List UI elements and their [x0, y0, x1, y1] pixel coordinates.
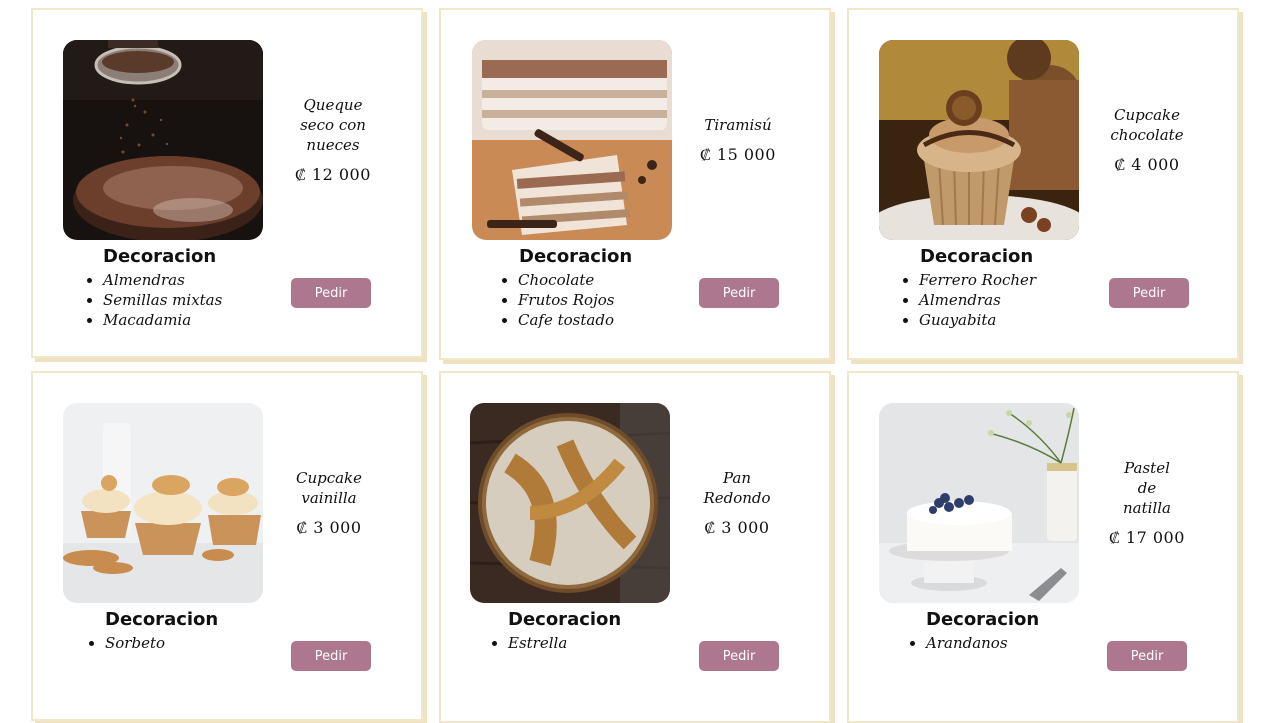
decoration-item: Sorbeto [105, 633, 165, 653]
product-card-queque: Queque seco con nueces ₡ 12 000 Decoraci… [31, 8, 423, 358]
product-name: Pan Redondo [703, 469, 771, 507]
decoration-item: Almendras [919, 290, 1036, 310]
product-price: ₡ 3 000 [296, 518, 362, 537]
decoration-item: Almendras [103, 270, 222, 290]
decoration-heading: Decoracion [105, 609, 219, 630]
product-info: Pastel de natilla ₡ 17 000 [1087, 403, 1207, 603]
tiramisu-photo [472, 40, 672, 240]
order-button[interactable]: Pedir [291, 278, 371, 308]
order-button[interactable]: Pedir [291, 641, 371, 671]
product-price: ₡ 12 000 [295, 165, 371, 184]
product-card-tiramisu: Tiramisú ₡ 15 000 Decoracion Chocolate F… [439, 8, 831, 360]
decoration-item: Semillas mixtas [103, 290, 222, 310]
decoration-item: Ferrero Rocher [919, 270, 1036, 290]
decoration-list: Chocolate Frutos Rojos Cafe tostado [498, 270, 614, 330]
product-name: Cupcake vainilla [295, 469, 363, 507]
decoration-list: Almendras Semillas mixtas Macadamia [83, 270, 222, 330]
product-info: Tiramisú ₡ 15 000 [678, 40, 798, 240]
decoration-item: Guayabita [919, 310, 1036, 330]
product-card-cupcake-chocolate: Cupcake chocolate ₡ 4 000 Decoracion Fer… [847, 8, 1239, 360]
decoration-list: Arandanos [906, 633, 1008, 653]
round-bread-photo [470, 403, 670, 603]
decoration-heading: Decoracion [920, 246, 1034, 267]
product-name: Tiramisú [704, 116, 772, 134]
vanilla-cupcakes-photo [63, 403, 263, 603]
order-button[interactable]: Pedir [1107, 641, 1187, 671]
decoration-item: Chocolate [518, 270, 614, 290]
product-price: ₡ 15 000 [700, 145, 776, 164]
decoration-heading: Decoracion [926, 609, 1040, 630]
chocolate-cupcake-photo [879, 40, 1079, 240]
decoration-heading: Decoracion [519, 246, 633, 267]
product-info: Queque seco con nueces ₡ 12 000 [273, 40, 393, 240]
decoration-heading: Decoracion [103, 246, 217, 267]
product-card-pastel-natilla: Pastel de natilla ₡ 17 000 Decoracion Ar… [847, 371, 1239, 723]
decoration-list: Estrella [488, 633, 567, 653]
product-card-pan-redondo: Pan Redondo ₡ 3 000 Decoracion Estrella … [439, 371, 831, 723]
product-price: ₡ 17 000 [1109, 528, 1185, 547]
order-button[interactable]: Pedir [699, 641, 779, 671]
product-name: Cupcake chocolate [1110, 106, 1184, 144]
decoration-item: Arandanos [926, 633, 1008, 653]
cream-cake-photo [879, 403, 1079, 603]
product-name: Queque seco con nueces [300, 96, 366, 154]
product-info: Cupcake vainilla ₡ 3 000 [269, 403, 389, 603]
order-button[interactable]: Pedir [1109, 278, 1189, 308]
decoration-heading: Decoracion [508, 609, 622, 630]
order-button[interactable]: Pedir [699, 278, 779, 308]
decoration-item: Frutos Rojos [518, 290, 614, 310]
decoration-list: Ferrero Rocher Almendras Guayabita [899, 270, 1036, 330]
product-info: Cupcake chocolate ₡ 4 000 [1087, 40, 1207, 240]
decoration-item: Macadamia [103, 310, 222, 330]
decoration-item: Estrella [508, 633, 567, 653]
product-name: Pastel de natilla [1123, 459, 1171, 517]
decoration-list: Sorbeto [85, 633, 165, 653]
product-price: ₡ 4 000 [1114, 155, 1180, 174]
product-card-cupcake-vainilla: Cupcake vainilla ₡ 3 000 Decoracion Sorb… [31, 371, 423, 721]
decoration-item: Cafe tostado [518, 310, 614, 330]
product-info: Pan Redondo ₡ 3 000 [677, 403, 797, 603]
cake-cocoa-sifting-photo [63, 40, 263, 240]
product-price: ₡ 3 000 [704, 518, 770, 537]
